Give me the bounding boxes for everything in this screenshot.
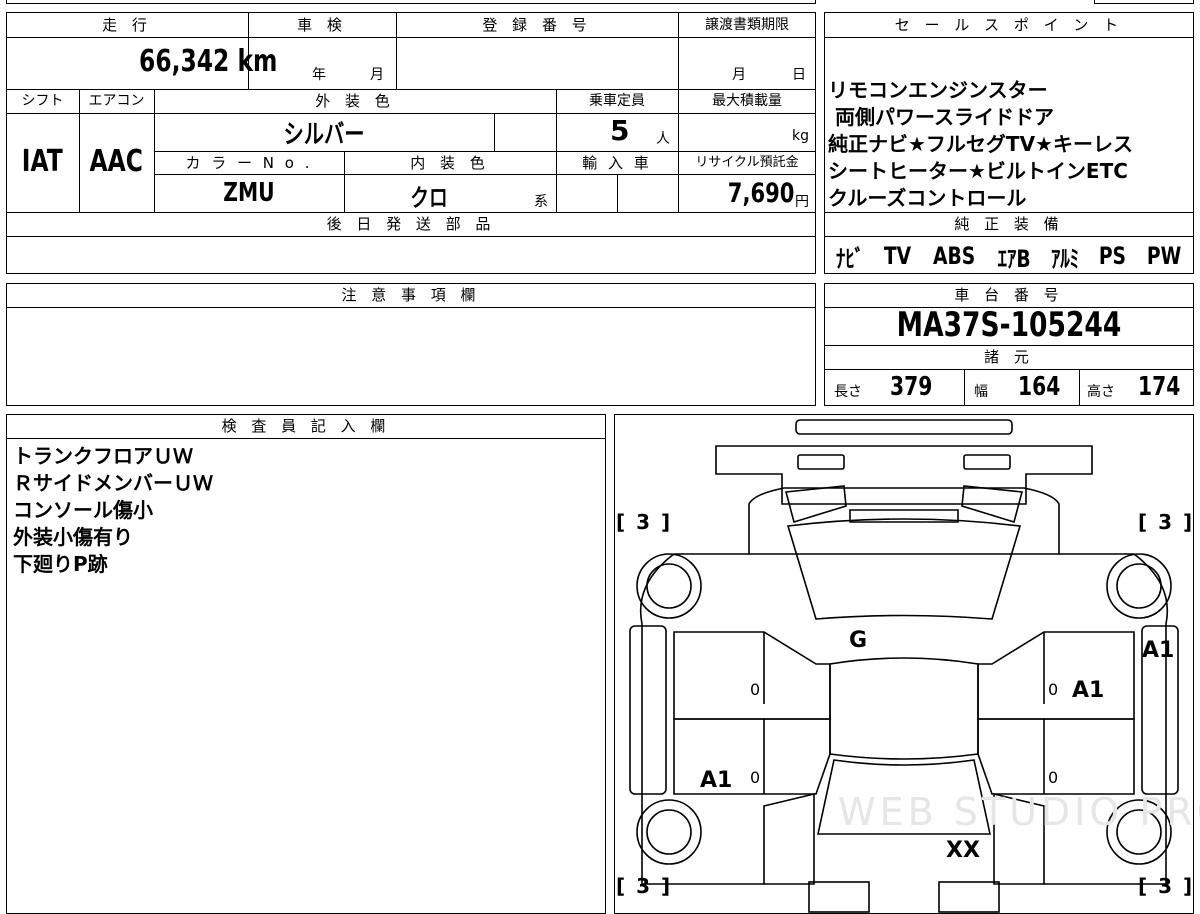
inspector-note: トランクフロアＵＷ (13, 444, 193, 468)
max-load-header: 最大積載量 (712, 93, 782, 109)
tire-grade-rear-right: [ 3 ] (1138, 874, 1195, 898)
sales-point-line: クルーズコントロール (828, 186, 1027, 210)
later-parts-header: 後 日 発 送 部 品 (326, 215, 496, 233)
registration-no-header: 登 録 番 号 (482, 16, 592, 34)
equipment-item: ｱﾙﾐ (1051, 244, 1080, 273)
notes-header: 注 意 事 項 欄 (341, 286, 481, 304)
equipment-item: PS (1098, 242, 1127, 270)
factory-equipment-list: ﾅﾋﾞ TV ABS ｴｱB ｱﾙﾐ PS PW (826, 239, 1192, 273)
max-load-unit: kg (792, 128, 809, 144)
mark-windshield: G (849, 628, 868, 653)
panel-zero-label: 0 (1048, 768, 1059, 787)
equipment-item: ABS (932, 242, 976, 270)
car-body-diagram (629, 419, 1179, 913)
equipment-item: ｴｱB (997, 244, 1031, 273)
top-right-partial-box (1094, 0, 1194, 4)
capacity-unit: 人 (656, 131, 670, 147)
mark-right-front: A1 (1142, 638, 1175, 663)
shaken-year-label: 年 (312, 67, 326, 83)
aircon-value: AAC (89, 144, 144, 179)
shift-header: シフト (21, 93, 64, 109)
mileage-header: 走 行 (102, 16, 152, 34)
interior-color-header: 内 装 色 (410, 154, 490, 172)
shaken-header: 車 検 (297, 16, 347, 34)
panel-zero-label: 0 (750, 680, 761, 699)
interior-suffix: 系 (534, 194, 548, 210)
inspector-note: 外装小傷有り (13, 525, 133, 549)
equipment-item: TV (883, 242, 912, 270)
factory-equipment-header: 純 正 装 備 (954, 215, 1064, 233)
capacity-header: 乗車定員 (589, 93, 645, 109)
exterior-color-header: 外 装 色 (315, 92, 395, 110)
aircon-header: エアコン (88, 93, 145, 109)
transfer-month-label: 月 (732, 67, 746, 83)
tire-grade-rear-left: [ 3 ] (616, 874, 673, 898)
import-header: 輸 入 車 (582, 154, 652, 172)
inspector-note: コンソール傷小 (13, 498, 153, 522)
sales-points-header: セ ー ル ス ポ イ ン ト (894, 16, 1124, 34)
shaken-month-label: 月 (370, 67, 384, 83)
length-label: 長さ (834, 384, 862, 400)
interior-color-value: クロ (410, 184, 448, 212)
inspector-note: ＲサイドメンバーＵＷ (13, 471, 213, 495)
height-label: 高さ (1087, 384, 1115, 400)
width-label: 幅 (974, 384, 988, 400)
inspector-header: 検 査 員 記 入 欄 (221, 417, 391, 435)
sales-point-line: 両側パワースライドドア (828, 105, 1054, 129)
transfer-deadline-header: 譲渡書類期限 (705, 17, 789, 33)
recycle-unit: 円 (795, 194, 809, 210)
recycle-fee-value: 7,690 (727, 178, 794, 209)
tire-grade-front-left: [ 3 ] (616, 510, 673, 534)
chassis-number: MA37S-105244 (896, 305, 1122, 345)
shift-value: IAT (22, 144, 63, 179)
sales-point-line: 純正ナビ★フルセグTV★キーレス (828, 132, 1133, 156)
diagram-watermark: WEB STUDIO PRO (838, 790, 1200, 834)
height-value: 174 (1137, 372, 1181, 402)
color-no-header: カ ラ ー N o . (185, 154, 313, 172)
width-value: 164 (1017, 372, 1061, 402)
chassis-header: 車 台 番 号 (954, 286, 1064, 304)
specs-header: 諸 元 (984, 348, 1034, 366)
sales-point-line: リモコンエンジンスター (828, 78, 1048, 102)
capacity-value: 5 (610, 114, 630, 147)
sales-point-line: シートヒーター★ビルトインETC (828, 159, 1128, 183)
mark-right-front-door: A1 (1072, 678, 1105, 703)
panel-zero-label: 0 (750, 768, 761, 787)
top-form-partial-row (6, 0, 816, 4)
mileage-value: 66,342 km (139, 44, 278, 79)
mark-left-rear-door: A1 (700, 768, 733, 793)
equipment-item: ﾅﾋﾞ (835, 244, 865, 273)
mark-roof-rear: XX (946, 838, 980, 863)
equipment-item: PW (1146, 242, 1182, 270)
color-no-value: ZMU (223, 178, 275, 208)
exterior-color-value: シルバー (283, 120, 365, 150)
tire-grade-front-right: [ 3 ] (1138, 510, 1195, 534)
recycle-fee-header: リサイクル預託金 (695, 155, 799, 170)
inspector-note: 下廻りP跡 (13, 552, 108, 576)
panel-zero-label: 0 (1048, 680, 1059, 699)
length-value: 379 (889, 372, 933, 402)
transfer-day-label: 日 (792, 67, 806, 83)
